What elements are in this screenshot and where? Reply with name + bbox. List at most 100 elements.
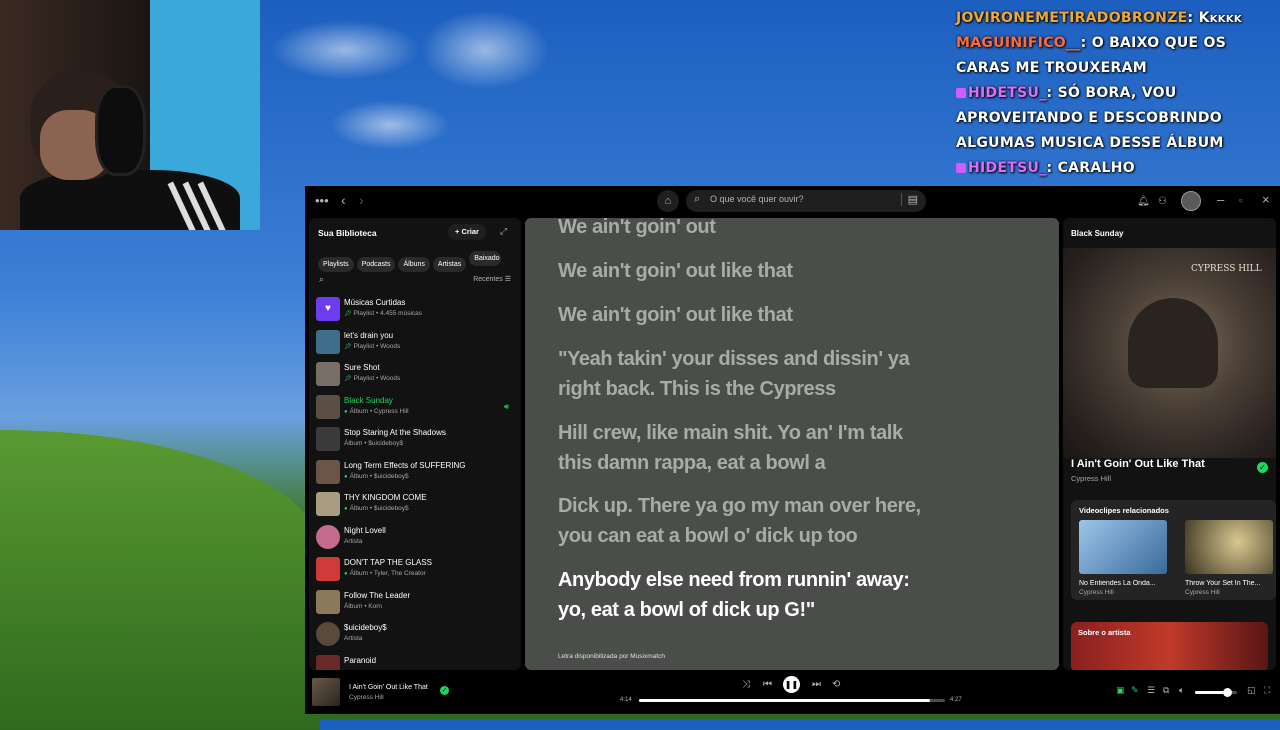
mini-player-icon[interactable]: ◱	[1247, 685, 1256, 696]
bell-icon[interactable]: 🔔︎	[1137, 194, 1150, 210]
library-item-subtitle: 📌︎ Playlist • Woods	[344, 342, 401, 350]
player-song-title[interactable]: I Ain't Goin' Out Like That	[349, 684, 428, 691]
song-artist[interactable]: Cypress Hill	[1071, 474, 1111, 483]
library-item-name: DON'T TAP THE GLASS	[344, 558, 432, 567]
search-placeholder: O que você quer ouvir?	[710, 194, 804, 204]
video-item[interactable]: No Entiendes La Onda... Cypress Hill	[1079, 520, 1167, 596]
stream-chat: JOVIRONEMETIRADOBRONZE: Kkkkk MAGUINIFIC…	[956, 6, 1276, 181]
subscriber-badge-icon	[956, 163, 966, 173]
about-artist-label: Sobre o artista	[1078, 628, 1131, 637]
library-item[interactable]: Night Lovell Artista	[316, 522, 516, 555]
library-item-thumbnail	[316, 589, 340, 614]
chat-text: CARALHO	[1057, 160, 1135, 176]
avatar[interactable]	[1181, 191, 1201, 211]
sort-button[interactable]: Recentes ☰	[473, 275, 511, 283]
saved-check-icon[interactable]: ✓	[1257, 462, 1268, 473]
pin-icon: 📌︎	[344, 376, 352, 382]
connect-device-icon[interactable]: ⧉	[1163, 685, 1169, 696]
about-artist-card[interactable]: Sobre o artista	[1071, 622, 1268, 670]
chat-message: MAGUINIFICO__: O BAIXO QUE OS CARAS ME T…	[956, 35, 1227, 76]
library-item[interactable]: Stop Staring At the Shadows Álbum • $uici…	[316, 424, 516, 457]
maximize-icon[interactable]: ▫	[1239, 192, 1242, 208]
pause-button[interactable]: ❚❚	[783, 676, 800, 693]
lyric-line[interactable]: We ain't goin' out like that	[558, 300, 1028, 330]
now-playing-cover[interactable]	[312, 678, 340, 706]
browse-icon[interactable]: ▤	[900, 193, 918, 206]
home-icon: ⌂	[664, 195, 672, 207]
volume-slider[interactable]	[1195, 688, 1237, 697]
video-item[interactable]: Throw Your Set In The... Cypress Hill	[1185, 520, 1273, 596]
lyric-line[interactable]: "Yeah takin' your disses and dissin' ya …	[558, 344, 938, 404]
shuffle-icon[interactable]: ⤨	[742, 679, 750, 690]
video-artist: Cypress Hill	[1079, 589, 1114, 596]
context-title[interactable]: Black Sunday	[1071, 229, 1123, 238]
queue-icon[interactable]: ☰	[1147, 685, 1155, 696]
forward-arrow-icon[interactable]: ›	[359, 192, 364, 208]
lyric-line[interactable]: We ain't goin' out like that	[558, 256, 1028, 286]
library-item[interactable]: Paranoid	[316, 652, 516, 670]
library-item[interactable]: DON'T TAP THE GLASS ● Álbum • Tyler, The C…	[316, 554, 516, 587]
lyric-line[interactable]: Dick up. There ya go my man over here, y…	[558, 491, 958, 551]
library-item[interactable]: Follow The Leader Álbum • Korn	[316, 587, 516, 620]
wallpaper-hill	[0, 430, 320, 730]
liked-songs-heart-icon: ♥	[316, 297, 340, 321]
library-item[interactable]: $uicideboy$ Artista	[316, 619, 516, 652]
library-item[interactable]: let's drain you 📌︎ Playlist • Woods	[316, 327, 516, 360]
pin-icon: 📌︎	[344, 343, 352, 350]
search-input[interactable]: ⌕ O que você quer ouvir? ▤	[686, 190, 926, 212]
filter-albums[interactable]: Álbuns	[398, 257, 430, 272]
lyric-line-current[interactable]: Anybody else need from runnin' away: yo,…	[558, 565, 938, 625]
library-item-subtitle: ● Álbum • $uicideboy$	[344, 505, 409, 512]
now-playing-view-icon[interactable]: ▣	[1116, 685, 1125, 696]
expand-icon[interactable]: ⤢	[500, 226, 507, 237]
lyric-line[interactable]: We ain't goin' out	[558, 218, 1028, 242]
menu-dots-icon[interactable]: •••	[315, 193, 329, 209]
player-artist[interactable]: Cypress Hill	[349, 694, 384, 701]
lyric-line[interactable]: Hill crew, like main shit. Yo an' I'm ta…	[558, 418, 938, 478]
library-item-thumbnail	[316, 557, 340, 581]
close-icon[interactable]: ×	[1262, 192, 1270, 208]
volume-fill	[1195, 691, 1227, 694]
downloaded-icon: ●	[344, 571, 348, 577]
library-item-thumbnail	[316, 622, 340, 646]
song-title[interactable]: I Ain't Goin' Out Like That	[1071, 458, 1205, 470]
chat-username: JOVIRONEMETIRADOBRONZE	[956, 10, 1188, 26]
headphones	[95, 85, 146, 176]
filter-podcasts[interactable]: Podcasts	[356, 257, 396, 272]
library-item[interactable]: Sure Shot 📌︎ Playlist • Woods	[316, 359, 516, 392]
chat-message: JOVIRONEMETIRADOBRONZE: Kkkkk	[956, 10, 1242, 26]
library-item[interactable]: ♥ Músicas Curtidas 📌︎ Playlist • 4.455 músi…	[316, 294, 516, 327]
library-item-name: Stop Staring At the Shadows	[344, 428, 446, 437]
lyrics-mic-icon[interactable]: ✎	[1131, 685, 1139, 696]
library-item[interactable]: THY KINGDOM COME ● Álbum • $uicideboy$	[316, 489, 516, 522]
library-item-name: $uicideboy$	[344, 623, 387, 632]
fullscreen-icon[interactable]: ⛶	[1264, 685, 1270, 696]
library-item-name: Black Sunday	[344, 395, 393, 405]
repeat-icon[interactable]: ⟲	[832, 679, 840, 690]
library-item[interactable]: Black Sunday ● Álbum • Cypress Hill 🔊︎	[316, 392, 516, 425]
filter-downloaded[interactable]: Baixado	[469, 251, 502, 266]
subscriber-badge-icon	[956, 88, 966, 98]
filter-artists[interactable]: Artistas	[432, 257, 467, 272]
volume-knob	[1222, 688, 1232, 697]
previous-icon[interactable]: ⏮	[763, 679, 772, 690]
library-search-icon[interactable]: ⌕	[319, 274, 324, 285]
friends-icon[interactable]: ⚇	[1158, 194, 1167, 210]
library-item-thumbnail	[316, 459, 340, 484]
next-icon[interactable]: ⏭	[812, 679, 821, 690]
liked-check-icon[interactable]: ✓	[440, 686, 449, 695]
lyrics-credit: Letra disponibilizada por Musixmatch	[558, 653, 665, 660]
library-item-thumbnail	[316, 654, 340, 670]
minimize-icon[interactable]: –	[1217, 192, 1224, 208]
back-arrow-icon[interactable]: ‹	[341, 192, 346, 208]
home-button[interactable]: ⌂	[657, 190, 679, 212]
library-item-thumbnail	[316, 362, 340, 386]
library-item-subtitle: Álbum • $uicideboy$	[344, 440, 404, 447]
library-item-name: let's drain you	[344, 330, 394, 340]
filter-playlists[interactable]: Playlists	[318, 257, 354, 272]
create-button[interactable]: + Criar	[448, 224, 486, 240]
library-item[interactable]: Long Term Effects of SUFFERING ● Álbum • $…	[316, 457, 516, 490]
progress-bar[interactable]	[639, 699, 945, 702]
volume-icon[interactable]: 🔈︎	[1179, 685, 1184, 696]
playing-speaker-icon: 🔊︎	[503, 401, 509, 411]
